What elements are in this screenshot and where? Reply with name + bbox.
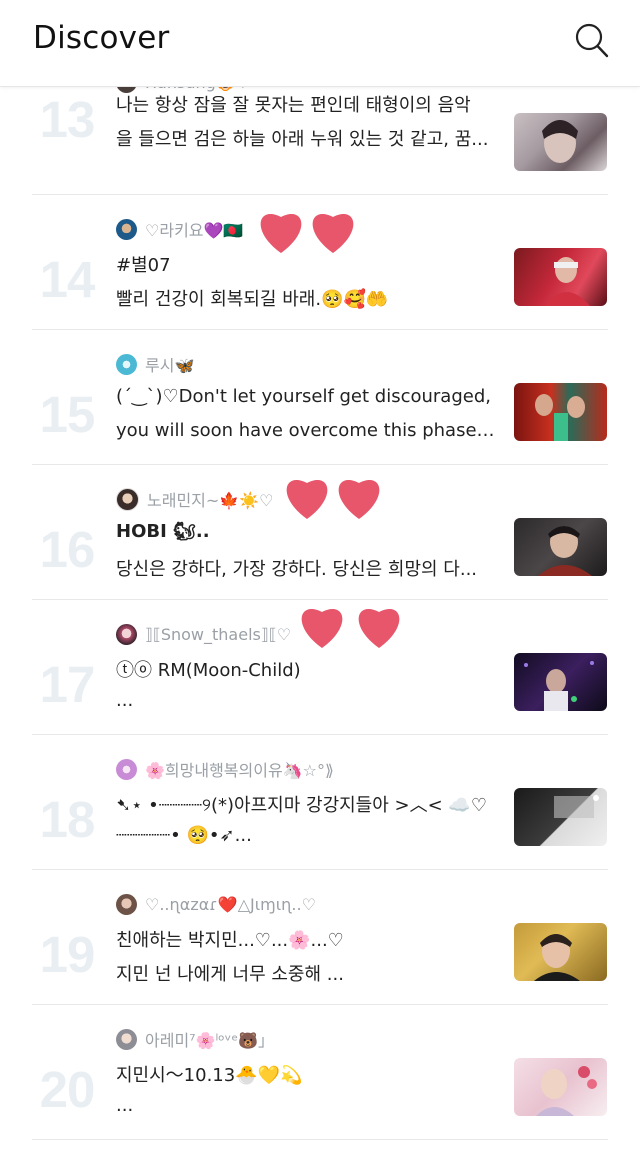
list-item[interactable]: 16 노래민지~🍁☀️♡ HOBI 🐿.. 당신은 강하다, 가장 강하다. 당…	[0, 465, 640, 600]
avatar	[116, 487, 139, 511]
author[interactable]: 아레미⁷🌸ˡᵒᵛᵉ🐻」	[116, 1027, 274, 1051]
post-thumbnail[interactable]	[514, 923, 607, 981]
list-item[interactable]: 20 아레미⁷🌸ˡᵒᵛᵉ🐻」 지민시〜10.13🐣💛💫 ...	[0, 1005, 640, 1140]
list-item[interactable]: 17 ⟧⟦Snow_thaels⟧⟦♡ ⓣⓞ RM(Moon-Child) ..…	[0, 600, 640, 735]
avatar	[116, 218, 137, 240]
post-text-line-2: 을 들으면 검은 하늘 아래 누워 있는 것 같고, 꿈...	[116, 129, 489, 150]
avatar	[116, 1028, 137, 1050]
post-text-line-1: HOBI 🐿..	[116, 521, 210, 542]
author-name: ♡..ɳαzαɾ❤️△Jιɱιɳ..♡	[145, 894, 316, 914]
post-thumbnail[interactable]	[514, 1058, 607, 1116]
page-title: Discover	[33, 20, 170, 56]
post-text-line-1: 나는 항상 잠을 잘 못자는 편인데 태형이의 음악	[116, 95, 471, 116]
post-text-line-1: ⓣⓞ RM(Moon-Child)	[116, 660, 301, 681]
post-text-line-2: 빨리 건강이 회복되길 바래.🥺🥰🤲	[116, 289, 389, 310]
post-text-line-1: 친애하는 박지민...♡...🌸...♡	[116, 930, 344, 951]
post-text-line-2: 당신은 강하다, 가장 강하다. 당신은 희망의 다...	[116, 559, 478, 580]
post-text-line-2: ...	[116, 1095, 134, 1116]
post-text-line-2: ...	[116, 690, 134, 711]
rank-number: 13	[39, 91, 96, 148]
heart-sticker	[308, 207, 358, 255]
rank-number: 18	[39, 791, 96, 848]
post-thumbnail[interactable]	[514, 248, 607, 306]
top-app-bar: Discover	[0, 0, 640, 87]
post-text-line-2: ┈┈┈┈┈• 🥺•➶...	[116, 825, 252, 846]
author[interactable]: 루시🦋	[116, 352, 194, 376]
rank-number: 16	[39, 521, 96, 578]
list-item[interactable]: 19 ♡..ɳαzαɾ❤️△Jιɱιɳ..♡ 친애하는 박지민...♡...🌸.…	[0, 870, 640, 1005]
list-item[interactable]: 15 루시🦋 (ˊ‿ˋ)♡Don't let yourself get disc…	[0, 330, 640, 465]
post-thumbnail[interactable]	[514, 113, 607, 171]
author-name: ♡라키요💜🇧🇩	[145, 221, 244, 240]
post-thumbnail[interactable]	[514, 518, 607, 576]
heart-sticker	[282, 473, 332, 521]
author[interactable]: ♡..ɳαzαɾ❤️△Jιɱιɳ..♡	[116, 892, 316, 916]
post-text-line-1: (ˊ‿ˋ)♡Don't let yourself get discouraged…	[116, 386, 491, 407]
post-text-line-2: you will soon have overcome this phase a…	[116, 420, 498, 441]
avatar	[116, 893, 137, 915]
rank-number: 17	[39, 656, 96, 713]
author-name: ⟧⟦Snow_thaels⟧⟦♡	[145, 624, 292, 644]
author-name: 🌸희망내행복의이유🦄☆°⟫	[145, 761, 334, 780]
post-thumbnail[interactable]	[514, 383, 607, 441]
list-item[interactable]: 14 ♡라키요💜🇧🇩 #별07 빨리 건강이 회복되길 바래.🥺🥰🤲	[0, 195, 640, 330]
rank-number: 15	[39, 386, 96, 443]
post-text-line-1: #별07	[116, 255, 171, 276]
rank-number: 20	[39, 1061, 96, 1118]
avatar	[116, 353, 137, 375]
post-thumbnail[interactable]	[514, 788, 607, 846]
avatar	[116, 623, 137, 645]
heart-sticker	[256, 207, 306, 255]
heart-sticker	[334, 473, 384, 521]
rank-number: 14	[39, 251, 96, 308]
post-thumbnail[interactable]	[514, 653, 607, 711]
separator	[32, 1139, 608, 1140]
author-name: 루시🦋	[145, 356, 195, 375]
post-text-line-2: 지민 넌 나에게 너무 소중해 ...	[116, 964, 344, 985]
post-text-line-1: ➷⋆ •┈┈┈┈୨(*)아프지마 강강지들아 >︿< ☁️♡	[116, 795, 487, 816]
author-name: 아레미⁷🌸ˡᵒᵛᵉ🐻」	[145, 1031, 275, 1050]
author[interactable]: 노래민지~🍁☀️♡	[116, 487, 273, 511]
author[interactable]: 🌸희망내행복의이유🦄☆°⟫	[116, 757, 334, 781]
heart-sticker	[354, 602, 404, 650]
heart-sticker	[297, 602, 347, 650]
post-text-line-1: 지민시〜10.13🐣💛💫	[116, 1065, 303, 1086]
rank-number: 19	[39, 926, 96, 983]
author[interactable]: ⟧⟦Snow_thaels⟧⟦♡	[116, 622, 291, 646]
avatar	[116, 758, 137, 780]
author-name: 노래민지~🍁☀️♡	[147, 491, 274, 510]
list-item[interactable]: 18 🌸희망내행복의이유🦄☆°⟫ ➷⋆ •┈┈┈┈୨(*)아프지마 강강지들아 …	[0, 735, 640, 870]
search-icon[interactable]	[574, 22, 610, 60]
author[interactable]: ♡라키요💜🇧🇩	[116, 217, 243, 241]
